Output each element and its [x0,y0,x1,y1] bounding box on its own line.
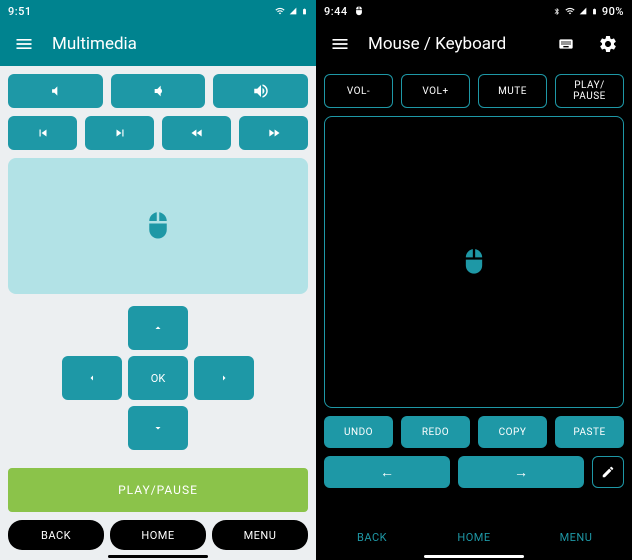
volume-mute-button[interactable] [8,74,103,108]
nav-menu-button[interactable]: MENU [212,520,308,550]
nav-menu-button[interactable]: MENU [528,522,624,552]
arrow-row: ← → [324,456,624,488]
nav-back-button[interactable]: BACK [8,520,104,550]
rewind-button[interactable] [162,116,231,150]
phone-multimedia: 9:51 Multimedia [0,0,316,560]
vol-plus-button[interactable]: VOL+ [401,74,470,108]
wifi-icon [275,6,285,16]
phone-mouse-keyboard: 9:44 90% Mouse / Keyboard VOL- VOL+ MUTE… [316,0,632,560]
status-bar: 9:51 [0,0,316,22]
prev-track-button[interactable] [8,116,77,150]
menu-hamburger-icon[interactable] [10,30,38,58]
vol-minus-button[interactable]: VOL- [324,74,393,108]
battery-icon [591,6,598,17]
next-track-button[interactable] [85,116,154,150]
nav-home-button[interactable]: HOME [426,522,522,552]
signal-icon [579,6,587,16]
app-bar: Mouse / Keyboard [316,22,632,66]
battery-icon [301,6,308,17]
nav-home-button[interactable]: HOME [110,520,206,550]
app-bar: Multimedia [0,22,316,66]
settings-gear-icon[interactable] [594,30,622,58]
mouse-icon [143,211,173,241]
gesture-bar [0,554,316,560]
touchpad[interactable] [324,116,624,408]
copy-button[interactable]: COPY [478,416,547,448]
media-row: VOL- VOL+ MUTE PLAY/ PAUSE [324,74,624,108]
battery-text: 90% [602,5,624,18]
status-icons [275,6,308,17]
arrow-right-button[interactable]: → [458,456,584,488]
status-time: 9:44 [324,5,348,18]
play-pause-button[interactable]: PLAY/PAUSE [8,468,308,512]
volume-up-button[interactable] [213,74,308,108]
status-bar: 9:44 90% [316,0,632,22]
dpad-up-button[interactable] [128,306,188,350]
arrow-left-button[interactable]: ← [324,456,450,488]
play-pause-button[interactable]: PLAY/ PAUSE [555,74,624,108]
paste-button[interactable]: PASTE [555,416,624,448]
redo-button[interactable]: REDO [401,416,470,448]
track-row [8,116,308,150]
status-time: 9:51 [8,5,32,18]
dpad-down-button[interactable] [128,406,188,450]
mouse-status-icon [354,6,364,16]
volume-down-button[interactable] [111,74,206,108]
dpad-ok-button[interactable]: OK [128,356,188,400]
keyboard-icon[interactable] [552,30,580,58]
volume-row [8,74,308,108]
wifi-icon [565,6,575,16]
screen-body: OK PLAY/PAUSE [0,66,316,520]
nav-back-button[interactable]: BACK [324,522,420,552]
pencil-icon [601,465,615,479]
screen-body: VOL- VOL+ MUTE PLAY/ PAUSE UNDO REDO COP… [316,66,632,522]
mouse-icon [460,248,488,276]
nav-row: BACK HOME MENU [0,520,316,554]
edit-button[interactable] [592,456,624,488]
nav-row: BACK HOME MENU [316,522,632,554]
page-title: Mouse / Keyboard [368,34,538,54]
touchpad[interactable] [8,158,308,294]
mute-button[interactable]: MUTE [478,74,547,108]
signal-icon [289,6,297,16]
dpad-right-button[interactable] [194,356,254,400]
menu-hamburger-icon[interactable] [326,30,354,58]
gesture-bar [316,554,632,560]
dpad: OK [8,306,308,450]
status-icons: 90% [553,5,624,18]
forward-button[interactable] [239,116,308,150]
page-title: Multimedia [52,34,306,54]
bluetooth-icon [553,6,561,17]
undo-button[interactable]: UNDO [324,416,393,448]
dpad-left-button[interactable] [62,356,122,400]
clipboard-row: UNDO REDO COPY PASTE [324,416,624,448]
